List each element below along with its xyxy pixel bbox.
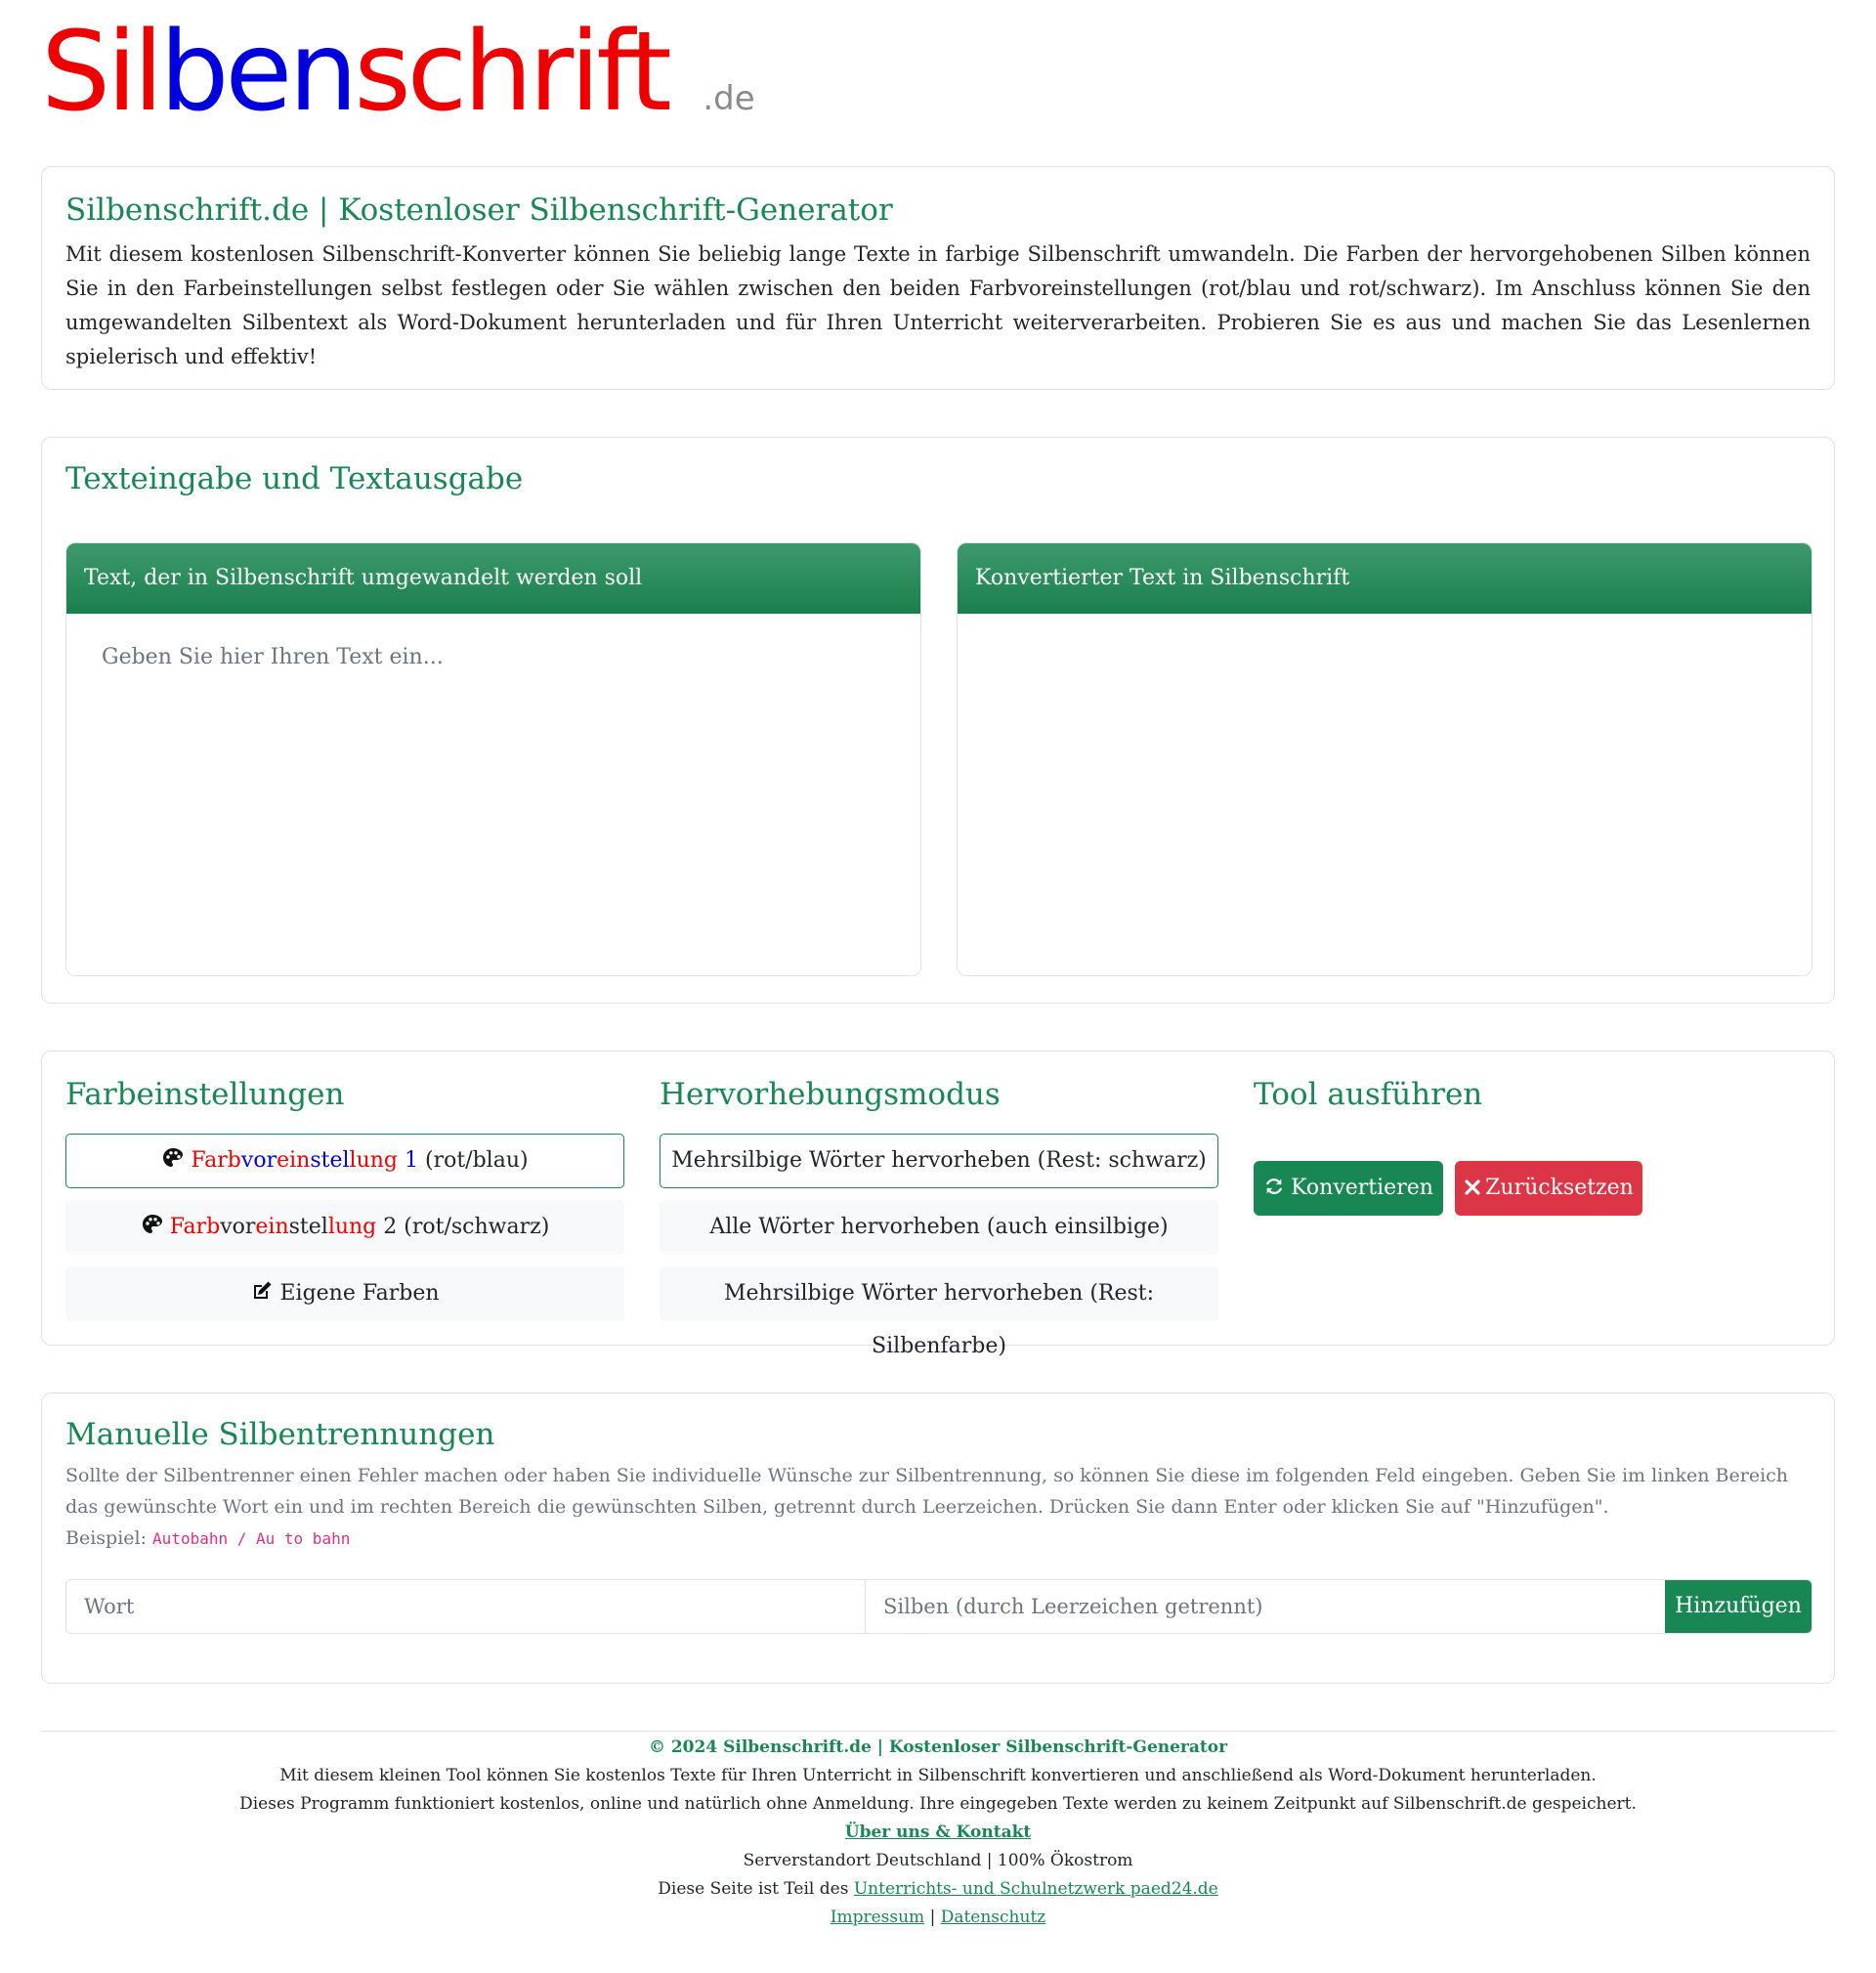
logo-syllable-1: Sil [41,9,163,136]
footer: © 2024 Silbenschrift.de | Kostenloser Si… [41,1731,1835,1932]
highlight-mode: Hervorhebungsmodus Mehrsilbige Wörter he… [660,1077,1218,1358]
logo-syllable-2: ben [159,9,358,136]
impressum-link[interactable]: Impressum [831,1908,924,1927]
highlight-option-multisyllable-black[interactable]: Mehrsilbige Wörter hervorheben (Rest: sc… [660,1134,1218,1188]
output-text [958,614,1812,975]
manual-input-group: Hinzufügen [65,1579,1812,1634]
settings-card: Farbeinstellungen Farbvoreinstellung 1 (… [41,1051,1835,1358]
palette-icon [163,1148,184,1168]
preset-2-syl: stel [288,1215,328,1239]
about-contact-link[interactable]: Über uns & Kontakt [845,1823,1031,1842]
convert-label: Konvertieren [1291,1176,1433,1200]
manual-title: Manuelle Silbentrennungen [65,1417,495,1452]
color-settings: Farbeinstellungen Farbvoreinstellung 1 (… [65,1077,624,1321]
input-panel: Text, der in Silbenschrift umgewandelt w… [65,542,921,976]
io-title: Texteingabe und Textausgabe [65,461,524,496]
close-icon [1465,1180,1480,1195]
highlight-title: Hervorhebungsmodus [660,1077,1001,1112]
preset-1-syl: stel [310,1148,350,1173]
preset-2-suffix: (rot/schwarz) [404,1215,550,1239]
preset-1-number: 1 [405,1148,418,1173]
output-panel-header: Konvertierter Text in Silbenschrift [958,543,1812,614]
highlight-option-multisyllable-color[interactable]: Mehrsilbige Wörter hervorheben (Rest: Si… [660,1266,1218,1358]
reset-label: Zurücksetzen [1485,1176,1634,1200]
example-label: Beispiel: [65,1527,147,1549]
preset-1-syl: lung [349,1148,398,1173]
preset-1-syl: Farb [191,1148,241,1173]
network-prefix: Diese Seite ist Teil des [658,1879,849,1899]
convert-button[interactable]: Konvertieren [1254,1161,1443,1216]
example-code: Autobahn / Au to bahn [152,1529,351,1548]
footer-legal: Impressum | Datenschutz [41,1904,1835,1932]
intro-title: Silbenschrift.de | Kostenloser Silbensch… [65,193,893,228]
preset-2-syl: Farb [169,1215,221,1239]
footer-line-1: Mit diesem kleinen Tool können Sie koste… [279,1766,1597,1785]
input-panel-header: Text, der in Silbenschrift umgewandelt w… [66,543,920,614]
preset-2-syl: vor [220,1215,256,1239]
text-io-card: Texteingabe und Textausgabe Text, der in… [41,437,1835,1004]
preset-2-syl: ein [255,1215,289,1239]
text-input[interactable] [66,614,920,975]
manual-example: Beispiel: Autobahn / Au to bahn [65,1523,1811,1555]
manual-description: Sollte der Silbentrenner einen Fehler ma… [65,1465,1789,1518]
edit-icon [254,1281,272,1299]
colors-title: Farbeinstellungen [65,1077,345,1112]
manual-syllables-card: Manuelle Silbentrennungen Sollte der Sil… [41,1393,1835,1684]
run-title: Tool ausführen [1254,1077,1483,1112]
site-logo[interactable]: Silbenschrift .de [41,14,755,131]
preset-1-button[interactable]: Farbvoreinstellung 1 (rot/blau) [65,1134,624,1188]
add-button[interactable]: Hinzufügen [1665,1580,1812,1633]
footer-line-2: Dieses Programm funktioniert kostenlos, … [239,1794,1637,1814]
preset-1-suffix: (rot/blau) [425,1148,529,1173]
custom-colors-label: Eigene Farben [279,1281,440,1306]
preset-2-syl: lung [327,1215,377,1239]
run-tool: Tool ausführen Konvertieren Zurücksetzen [1254,1077,1812,1233]
footer-network: Diese Seite ist Teil des Unterrichts- un… [41,1875,1835,1904]
syllables-input[interactable] [866,1580,1665,1633]
network-link[interactable]: Unterrichts- und Schulnetzwerk paed24.de [854,1879,1218,1899]
logo-tld: .de [703,79,755,118]
palette-icon [142,1215,162,1234]
custom-colors-button[interactable]: Eigene Farben [65,1266,624,1321]
legal-separator: | [929,1908,936,1927]
datenschutz-link[interactable]: Datenschutz [941,1908,1046,1927]
output-panel: Konvertierter Text in Silbenschrift [957,542,1812,976]
preset-2-number: 2 [383,1215,398,1239]
footer-server: Serverstandort Deutschland | 100% Ökostr… [743,1851,1133,1870]
logo-syllable-3: schrift [354,9,671,136]
preset-1-syl: ein [277,1148,311,1173]
intro-text: Mit diesem kostenlosen Silbenschrift-Kon… [65,242,1811,368]
refresh-icon [1265,1179,1283,1194]
word-input[interactable] [66,1580,866,1633]
highlight-option-all-words[interactable]: Alle Wörter hervorheben (auch einsilbige… [660,1200,1218,1255]
preset-1-syl: vor [240,1148,277,1173]
reset-button[interactable]: Zurücksetzen [1455,1161,1642,1216]
footer-copyright: © 2024 Silbenschrift.de | Kostenloser Si… [648,1737,1228,1757]
preset-2-button[interactable]: Farbvoreinstellung 2 (rot/schwarz) [65,1200,624,1255]
intro-card: Silbenschrift.de | Kostenloser Silbensch… [41,166,1835,390]
